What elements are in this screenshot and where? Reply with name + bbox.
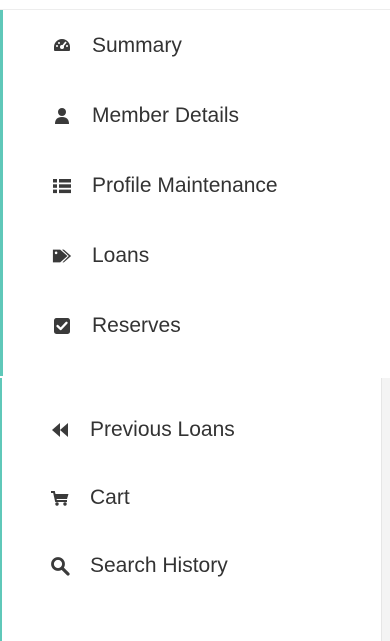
user-icon (52, 106, 72, 126)
menu-item-member-details[interactable]: Member Details (52, 104, 239, 128)
list-icon (52, 176, 72, 196)
menu-item-label: Search History (90, 554, 228, 577)
menu-item-label: Reserves (92, 314, 181, 337)
page: Summary Member Details Profile Maintenan… (0, 0, 390, 641)
check-square-icon (52, 316, 72, 336)
menu-item-label: Profile Maintenance (92, 174, 278, 197)
content-panel-edge (381, 378, 390, 641)
top-border (0, 0, 390, 10)
menu-item-label: Previous Loans (90, 418, 235, 441)
menu-item-label: Loans (92, 244, 150, 267)
cart-icon (50, 488, 70, 508)
backward-icon (50, 420, 70, 440)
tachometer-icon (52, 36, 72, 56)
menu-item-summary[interactable]: Summary (52, 34, 182, 58)
menu-item-loans[interactable]: Loans (52, 244, 149, 268)
menu-item-previous-loans[interactable]: Previous Loans (50, 418, 235, 442)
menu-item-profile-maintenance[interactable]: Profile Maintenance (52, 174, 278, 198)
menu-item-label: Cart (90, 486, 130, 509)
menu-item-reserves[interactable]: Reserves (52, 314, 181, 338)
search-icon (50, 556, 70, 576)
tags-icon (52, 246, 72, 266)
menu-item-cart[interactable]: Cart (50, 486, 130, 510)
menu-item-search-history[interactable]: Search History (50, 554, 228, 578)
menu-item-label: Member Details (92, 104, 240, 127)
menu-item-label: Summary (92, 34, 182, 57)
